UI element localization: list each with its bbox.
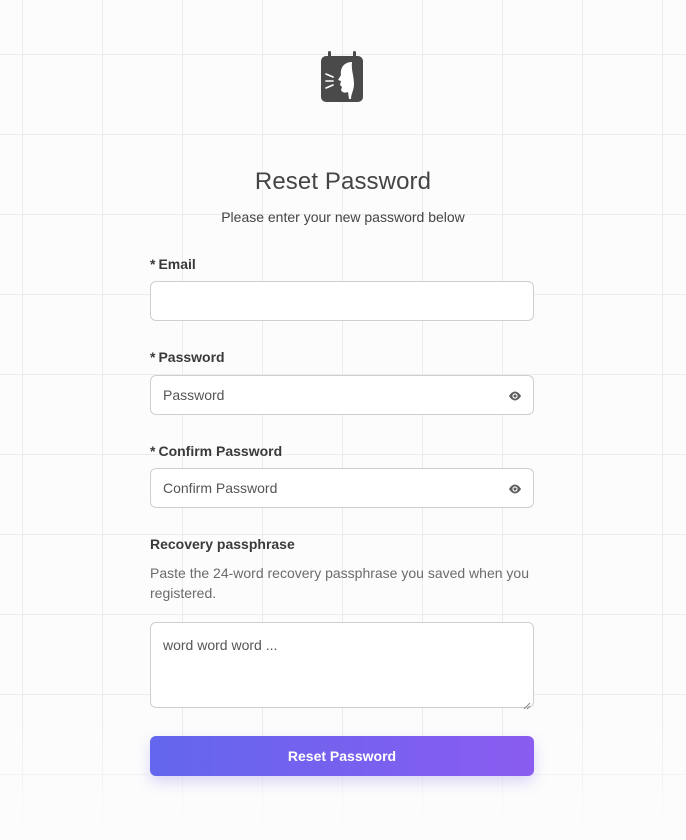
page-subtitle: Please enter your new password below [221,209,465,225]
recovery-passphrase-textarea[interactable]: word word word ... [150,622,534,710]
required-marker: * [150,443,156,459]
password-label-text: Password [158,349,225,365]
reset-password-button[interactable]: Reset Password [150,736,534,776]
confirm-password-label: * Confirm Password [150,443,282,459]
app-logo-icon [318,50,366,104]
confirm-password-visibility-eye-icon[interactable] [508,482,522,494]
email-field[interactable] [150,281,534,321]
resize-grip-icon[interactable] [523,697,531,710]
password-field[interactable]: Password [150,375,534,415]
password-label: * Password [150,349,225,365]
confirm-password-placeholder: Confirm Password [163,480,278,496]
recovery-passphrase-label: Recovery passphrase [150,536,295,552]
required-marker: * [150,256,156,272]
confirm-password-label-text: Confirm Password [158,443,283,459]
page-title: Reset Password [254,168,432,195]
password-visibility-eye-icon[interactable] [508,389,522,401]
recovery-passphrase-help: Paste the 24-word recovery passphrase yo… [150,565,529,601]
confirm-password-field[interactable]: Confirm Password [150,468,534,508]
email-label-text: Email [158,256,196,272]
password-placeholder: Password [163,387,225,403]
required-marker: * [150,349,156,365]
recovery-passphrase-placeholder: word word word ... [163,637,278,653]
email-label: * Email [150,256,196,272]
